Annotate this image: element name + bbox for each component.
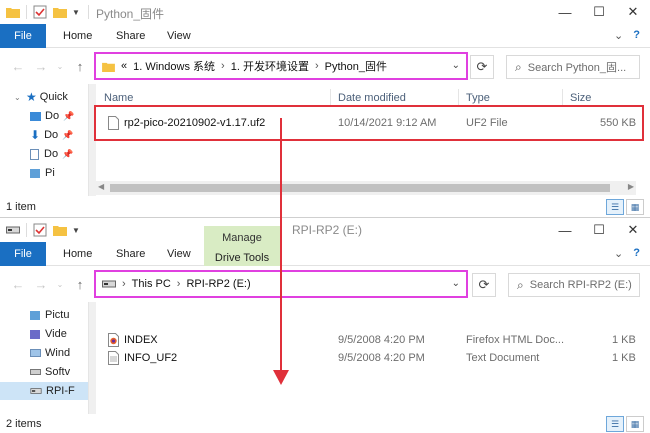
drag-arrow-overlay [273,118,289,385]
drag-arrow-head [273,370,289,385]
